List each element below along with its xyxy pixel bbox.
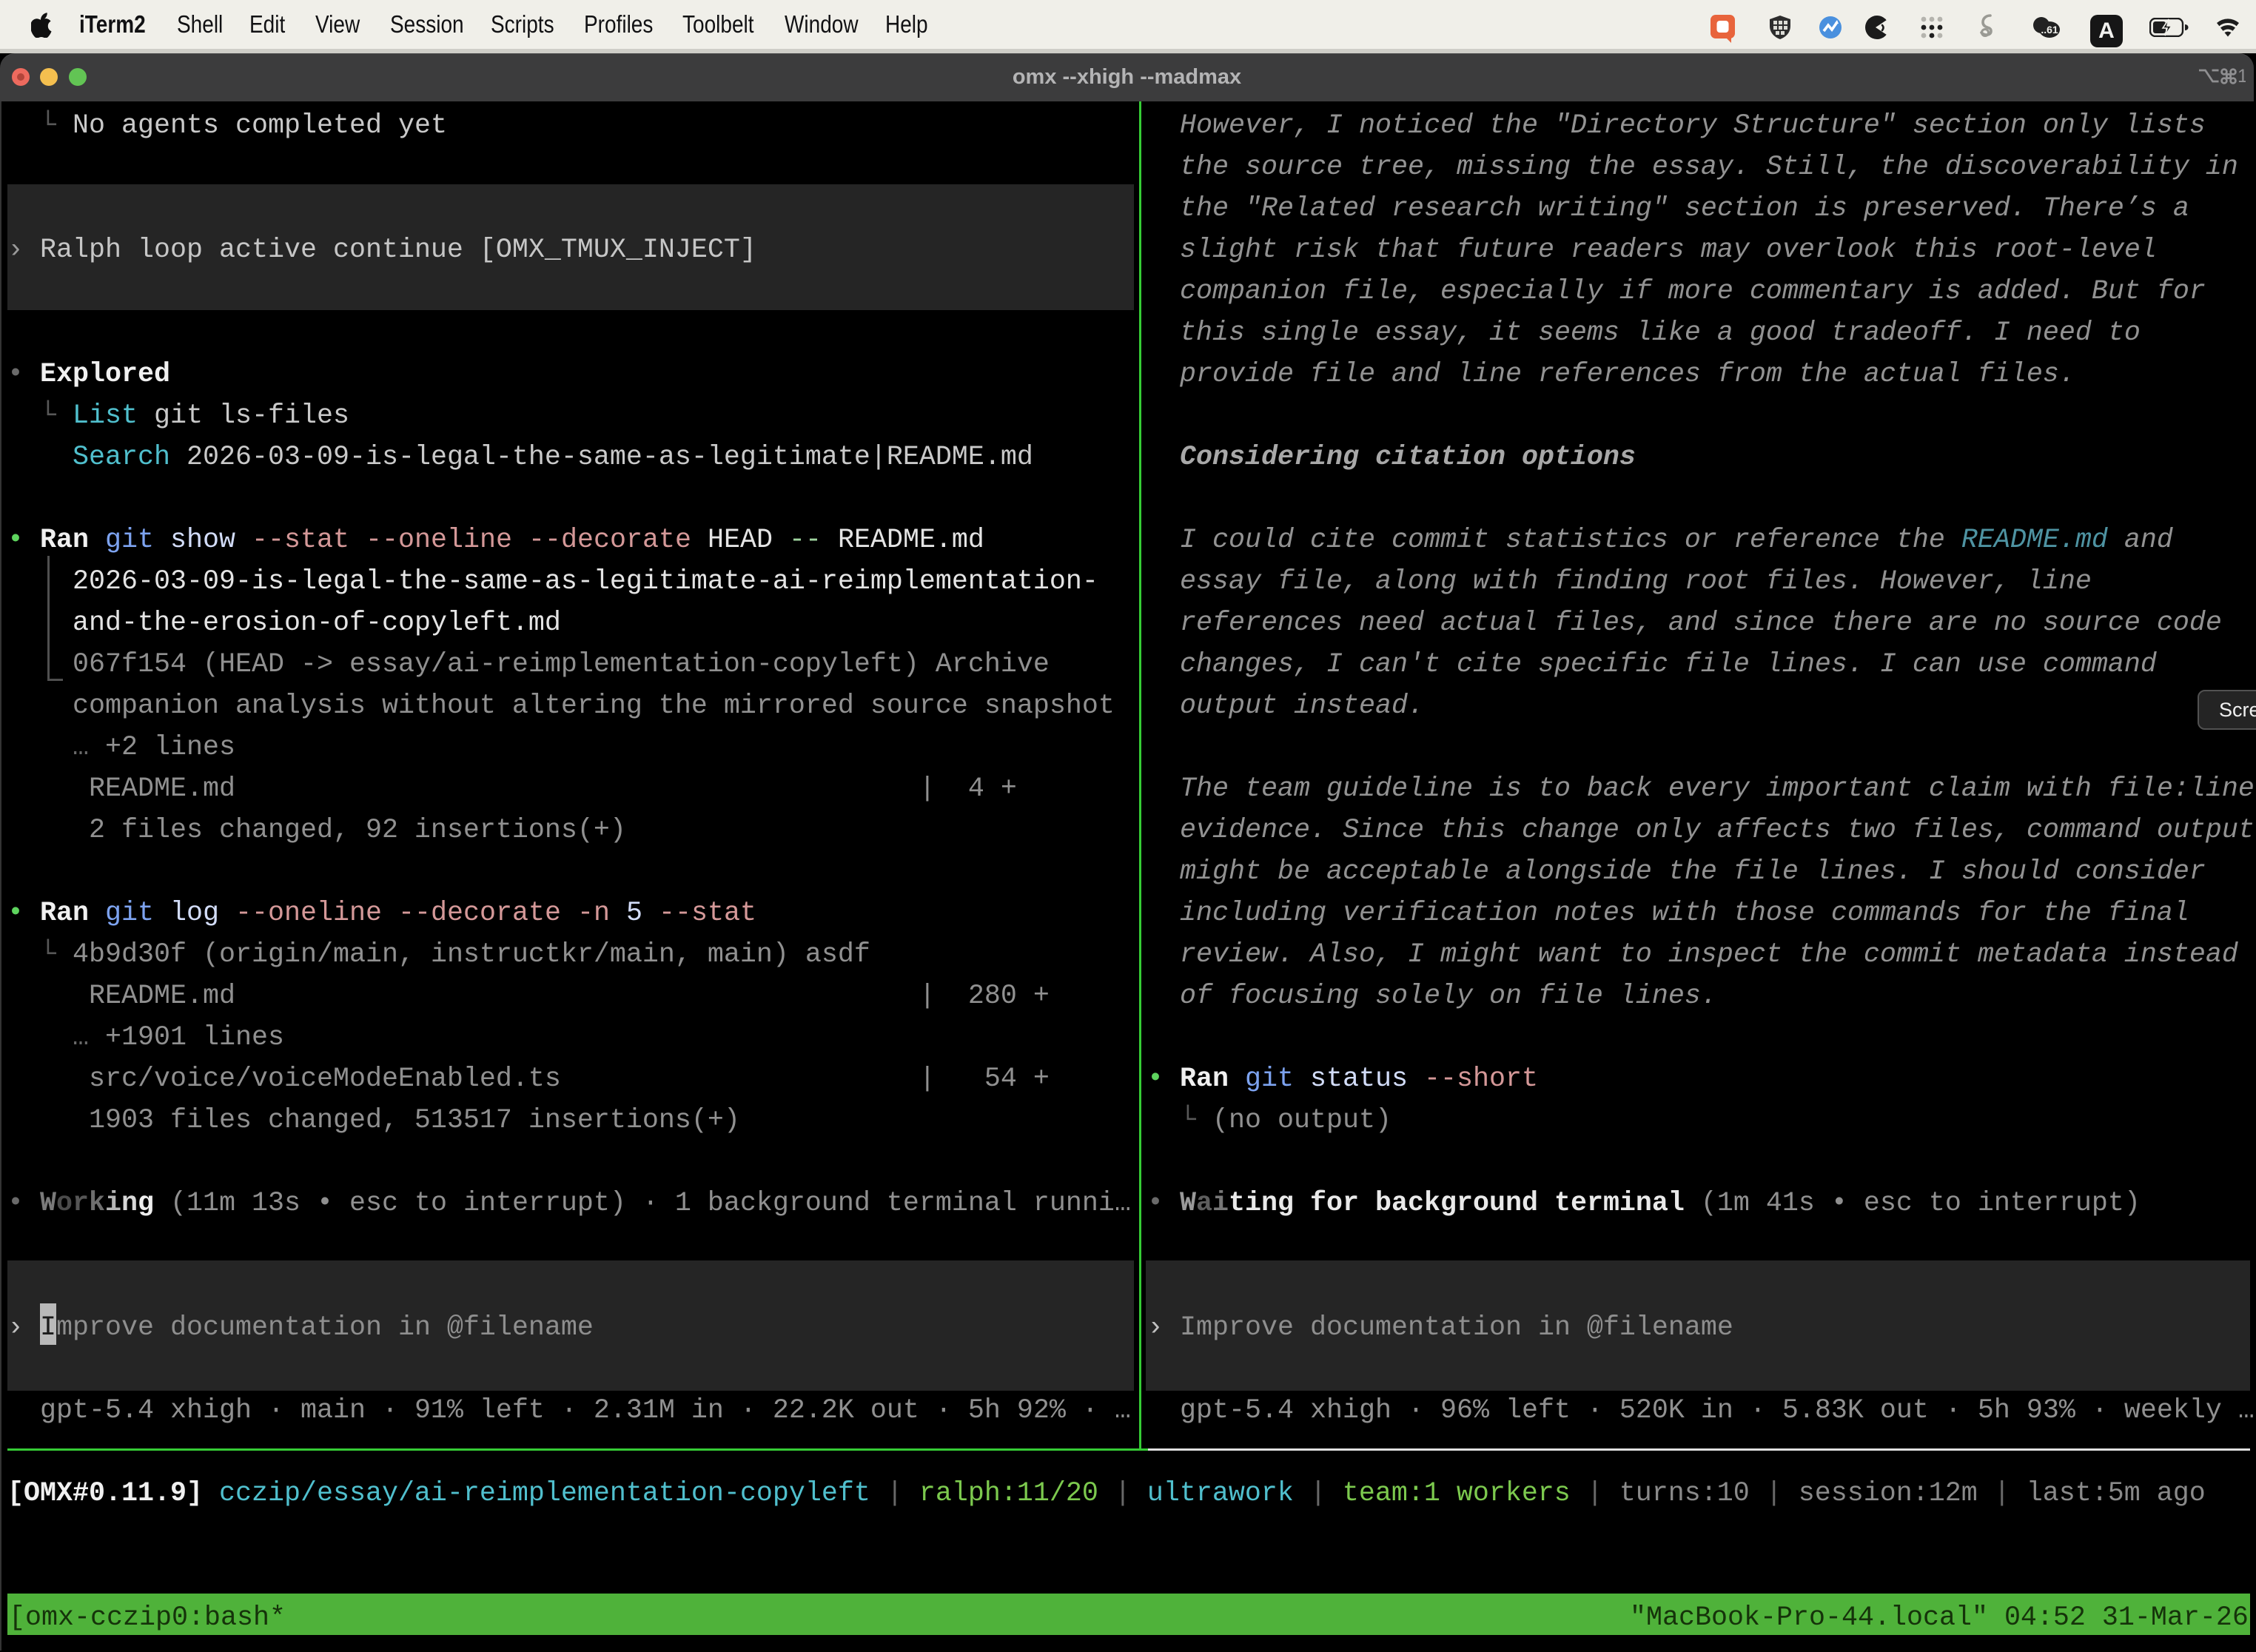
svg-text:..61: ..61 [2041,24,2058,36]
svg-text:1: 1 [2237,66,2246,86]
